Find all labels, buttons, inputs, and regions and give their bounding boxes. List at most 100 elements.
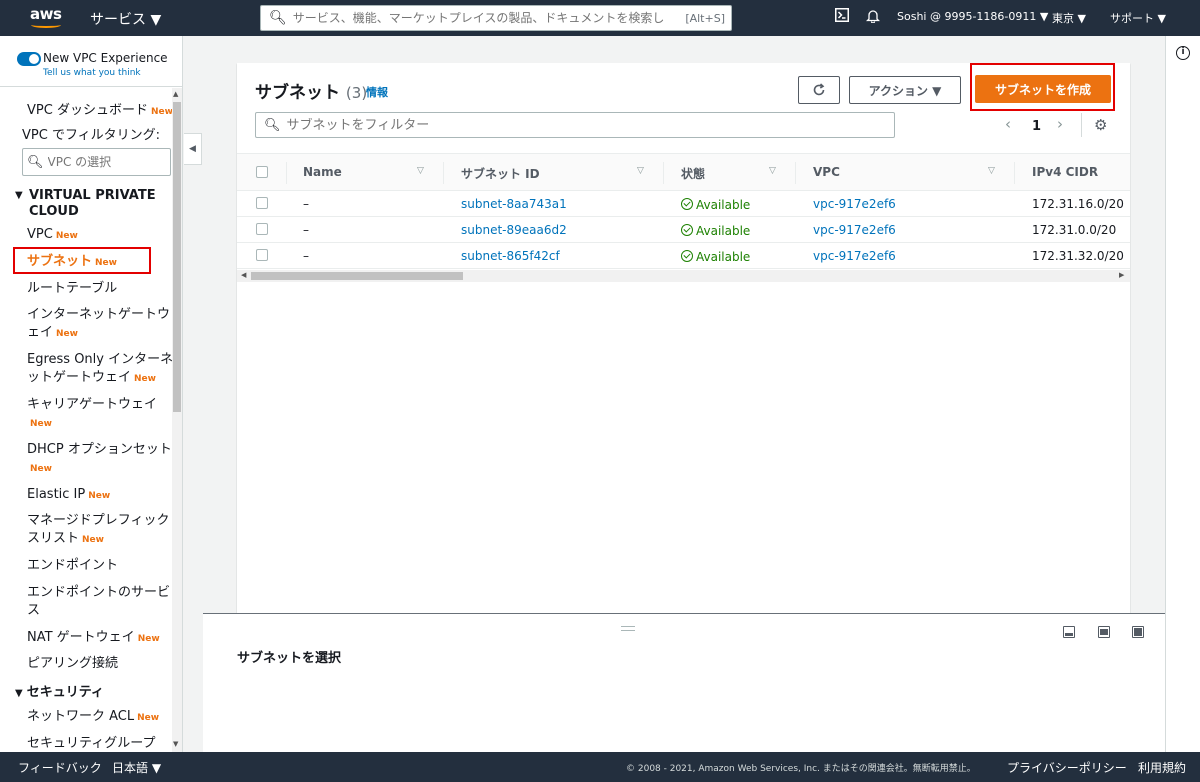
services-menu[interactable]: サービス ▼ <box>90 9 161 29</box>
sidebar-item-label: ピアリング接続 <box>27 656 119 671</box>
info-link[interactable]: 情報 <box>366 84 388 100</box>
subnet-filter-input[interactable] <box>286 117 894 133</box>
drag-handle-icon[interactable] <box>621 626 635 631</box>
scroll-right-icon[interactable]: ▶ <box>1119 271 1124 279</box>
sidebar-scroll-thumb[interactable] <box>173 102 181 412</box>
new-badge: New <box>30 419 52 429</box>
collapse-sidebar-button[interactable]: ◀ <box>184 133 202 165</box>
global-search[interactable]: 🔍︎ [Alt+S] <box>260 5 732 31</box>
new-badge: New <box>137 713 160 723</box>
column-header-vpc[interactable]: VPC <box>813 165 840 179</box>
sidebar-item-dashboard[interactable]: VPC ダッシュボード New <box>27 102 173 121</box>
new-vpc-experience-toggle[interactable] <box>17 52 41 66</box>
cell-name: – <box>303 249 309 263</box>
sidebar-item-security-groups[interactable]: セキュリティグループ <box>27 735 155 752</box>
sidebar-item-network-acl[interactable]: ネットワーク ACL New <box>27 708 159 727</box>
privacy-policy-link[interactable]: プライバシーポリシー <box>1007 759 1127 776</box>
toggle-label: New VPC Experience <box>43 51 168 65</box>
select-all-checkbox[interactable] <box>256 166 268 178</box>
column-header-name[interactable]: Name <box>303 165 342 179</box>
cell-cidr: 172.31.0.0/20 <box>1032 223 1117 237</box>
scroll-up-icon[interactable]: ▲ <box>173 90 178 98</box>
scroll-left-icon[interactable]: ◀ <box>241 271 246 279</box>
table-row[interactable]: – subnet-89eaa6d2 Available vpc-917e2ef6… <box>237 217 1130 243</box>
aws-smile-icon <box>31 22 61 28</box>
caret-down-icon: ▼ <box>15 190 23 201</box>
cell-vpc[interactable]: vpc-917e2ef6 <box>813 223 896 237</box>
previous-page-icon[interactable]: ‹ <box>1005 115 1011 133</box>
sort-icon[interactable]: ▽ <box>769 166 776 176</box>
split-side-icon[interactable] <box>1098 626 1110 638</box>
table-row[interactable]: – subnet-865f42cf Available vpc-917e2ef6… <box>237 243 1130 269</box>
terms-link[interactable]: 利用規約 <box>1138 759 1186 776</box>
account-menu[interactable]: Soshi @ 9995-1186-0911 ▼ <box>897 10 1048 23</box>
sidebar-item-label: マネージドプレフィック <box>27 513 170 528</box>
row-checkbox[interactable] <box>256 197 268 209</box>
column-divider <box>1014 162 1015 184</box>
bell-icon[interactable] <box>865 9 881 26</box>
row-checkbox[interactable] <box>256 249 268 261</box>
terminal-icon[interactable] <box>835 8 849 26</box>
sidebar-item-internet-gateways[interactable]: インターネットゲートウ ェイ New <box>27 306 170 343</box>
status-ok-icon <box>681 250 693 262</box>
sidebar-item-carrier-gateways[interactable]: キャリアゲートウェイ New <box>27 396 157 433</box>
sidebar-item-label: ットゲートウェイ <box>27 370 132 385</box>
pager-divider <box>1081 113 1082 137</box>
actions-dropdown[interactable]: アクション ▼ <box>849 76 961 104</box>
cell-subnet-id[interactable]: subnet-89eaa6d2 <box>461 223 567 237</box>
sidebar-item-elastic-ip[interactable]: Elastic IP New <box>27 486 110 505</box>
table-horizontal-scrollbar[interactable]: ◀ ▶ <box>237 270 1130 282</box>
sidebar-item-prefix-lists[interactable]: マネージドプレフィック スリスト New <box>27 512 169 549</box>
refresh-icon <box>813 83 825 96</box>
tools-rail: i <box>1165 36 1200 752</box>
gear-icon[interactable]: ⚙︎ <box>1094 116 1107 134</box>
vpc-select[interactable]: 🔍︎ <box>22 148 171 176</box>
cell-vpc[interactable]: vpc-917e2ef6 <box>813 197 896 211</box>
column-header-ipv4-cidr[interactable]: IPv4 CIDR <box>1032 165 1098 179</box>
section-security-heading[interactable]: ▼ セキュリティ <box>15 685 104 702</box>
next-page-icon[interactable]: › <box>1057 115 1063 133</box>
caret-down-icon: ▼ <box>15 688 23 699</box>
subnet-filter[interactable]: 🔍︎ <box>255 112 895 138</box>
sidebar-item-nat-gateways[interactable]: NAT ゲートウェイ New <box>27 629 160 648</box>
sort-icon[interactable]: ▽ <box>988 166 995 176</box>
cell-subnet-id[interactable]: subnet-865f42cf <box>461 249 560 263</box>
cell-vpc[interactable]: vpc-917e2ef6 <box>813 249 896 263</box>
sidebar-item-dhcp-options[interactable]: DHCP オプションセット New <box>27 441 172 478</box>
search-shortcut-hint: [Alt+S] <box>685 11 725 25</box>
search-icon: 🔍︎ <box>27 154 44 170</box>
region-selector[interactable]: 東京 ▼ <box>1052 10 1086 26</box>
aws-logo[interactable]: aws <box>30 5 64 31</box>
sidebar-scrollbar[interactable]: ▲ ▼ <box>172 88 182 752</box>
cell-subnet-id[interactable]: subnet-8aa743a1 <box>461 197 567 211</box>
refresh-button[interactable] <box>798 76 840 104</box>
table-row[interactable]: – subnet-8aa743a1 Available vpc-917e2ef6… <box>237 191 1130 217</box>
table-scroll-thumb[interactable] <box>251 272 463 280</box>
section-security-label: セキュリティ <box>26 685 104 700</box>
feedback-link[interactable]: Tell us what you think <box>43 68 141 78</box>
search-icon: 🔍︎ <box>264 117 281 133</box>
sort-icon[interactable]: ▽ <box>637 166 644 176</box>
column-header-state[interactable]: 状態 <box>681 165 705 182</box>
global-search-input[interactable] <box>292 11 686 25</box>
vpc-select-input[interactable] <box>47 155 158 169</box>
sidebar-item-label: スリスト <box>27 531 80 546</box>
page-number[interactable]: 1 <box>1032 119 1041 134</box>
column-header-subnet-id[interactable]: サブネット ID <box>461 165 540 182</box>
sidebar-item-route-tables[interactable]: ルートテーブル <box>27 280 117 298</box>
scroll-down-icon[interactable]: ▼ <box>173 740 178 748</box>
sidebar-item-endpoint-services[interactable]: エンドポイントのサービス <box>27 584 170 620</box>
sidebar-item-egress-only-igw[interactable]: Egress Only インターネ ットゲートウェイ New <box>27 351 173 388</box>
language-selector[interactable]: 日本語 ▼ <box>112 759 161 776</box>
state-text: Available <box>696 198 751 212</box>
feedback-link[interactable]: フィードバック <box>18 759 102 776</box>
split-maximize-icon[interactable] <box>1132 626 1144 638</box>
sort-icon[interactable]: ▽ <box>417 166 424 176</box>
sidebar-item-endpoints[interactable]: エンドポイント <box>27 557 118 575</box>
row-checkbox[interactable] <box>256 223 268 235</box>
info-icon[interactable]: i <box>1176 46 1190 60</box>
sidebar-item-vpc[interactable]: VPC New <box>27 226 78 245</box>
support-menu[interactable]: サポート ▼ <box>1110 10 1166 26</box>
sidebar-item-peering[interactable]: ピアリング接続 <box>27 655 118 673</box>
split-bottom-icon[interactable] <box>1063 626 1075 638</box>
